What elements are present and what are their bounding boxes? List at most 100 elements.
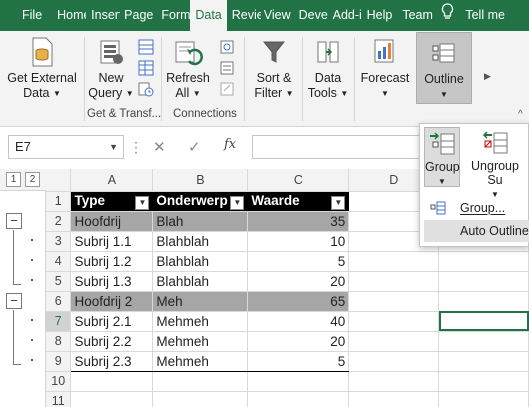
table-cell[interactable] (348, 291, 440, 312)
table-cell[interactable]: Subrij 1.1 (70, 231, 154, 252)
table-cell[interactable] (348, 311, 440, 332)
table-cell[interactable]: Subrij 2.2 (70, 331, 154, 352)
subtotal-label-clipped[interactable]: Su (487, 173, 502, 187)
table-cell[interactable] (438, 331, 529, 352)
table-cell[interactable] (152, 391, 249, 407)
outline-button[interactable]: Outline ▼ (416, 32, 472, 104)
column-header-a[interactable]: A (70, 169, 154, 192)
filter-dropdown-icon[interactable]: ▼ (135, 195, 150, 210)
table-cell[interactable]: 40 (247, 311, 350, 332)
tab-data[interactable]: Data (190, 0, 227, 31)
from-table-icon[interactable] (138, 60, 154, 76)
tab-developer[interactable]: Developer (294, 0, 328, 31)
row-header[interactable]: 10 (46, 371, 72, 392)
table-cell[interactable]: 5 (247, 251, 350, 272)
row-header[interactable]: 9 (46, 351, 72, 372)
tab-review[interactable]: Review (227, 0, 261, 31)
table-cell[interactable] (438, 351, 529, 372)
table-cell[interactable] (348, 251, 440, 272)
table-cell[interactable]: 5 (247, 351, 350, 372)
get-external-data-button[interactable]: Get External Data ▼ (4, 37, 80, 101)
table-cell[interactable] (348, 331, 440, 352)
table-cell[interactable]: 35 (247, 211, 350, 232)
row-header[interactable]: 1 (46, 191, 72, 212)
active-cell[interactable] (438, 311, 529, 332)
tab-insert[interactable]: Insert (86, 0, 120, 31)
table-cell[interactable]: Hoofdrij (70, 211, 154, 232)
insert-function-icon[interactable]: fx (224, 137, 236, 152)
row-header[interactable]: 4 (46, 251, 72, 272)
table-cell[interactable]: Subrij 2.1 (70, 311, 154, 332)
table-cell[interactable]: Meh (152, 291, 249, 312)
new-query-button[interactable]: New Query ▼ (88, 37, 134, 101)
collapse-group-2-button[interactable]: − (6, 293, 22, 309)
recent-sources-icon[interactable] (138, 81, 154, 97)
table-cell[interactable] (438, 271, 529, 292)
table-cell[interactable] (152, 371, 249, 392)
header-cell-onderwerp[interactable]: Onderwerp ▼ (152, 191, 249, 212)
forecast-button[interactable]: Forecast ▼ (358, 37, 412, 101)
column-header-b[interactable]: B (152, 169, 249, 192)
table-cell[interactable]: 20 (247, 271, 350, 292)
ribbon-scroll-right-icon[interactable]: ▶ (484, 71, 491, 82)
row-header[interactable]: 7 (46, 311, 72, 332)
table-cell[interactable] (438, 251, 529, 272)
table-cell[interactable]: Blahblah (152, 251, 249, 272)
table-cell[interactable] (348, 391, 440, 407)
row-header[interactable]: 2 (46, 211, 72, 232)
column-header-c[interactable]: C (247, 169, 350, 192)
cancel-icon[interactable]: ✕ (153, 138, 166, 156)
tab-add-ins[interactable]: Add-ins (328, 0, 362, 31)
header-cell-waarde[interactable]: Waarde ▼ (247, 191, 350, 212)
ungroup-button[interactable]: Ungroup Su ▼ (466, 127, 524, 199)
table-cell[interactable]: 10 (247, 231, 350, 252)
collapse-ribbon-icon[interactable]: ^ (518, 109, 523, 120)
enter-icon[interactable]: ✓ (188, 138, 201, 156)
tab-formulas[interactable]: Formulas (156, 0, 190, 31)
collapse-group-1-button[interactable]: − (6, 213, 22, 229)
select-all-corner[interactable] (46, 169, 72, 192)
menu-item-auto-outline[interactable]: Auto Outline (424, 220, 529, 242)
table-cell[interactable]: Mehmeh (152, 331, 249, 352)
row-header[interactable]: 6 (46, 291, 72, 312)
table-cell[interactable]: Blahblah (152, 231, 249, 252)
tab-team[interactable]: Team (397, 0, 435, 31)
lightbulb-icon[interactable] (435, 0, 460, 31)
table-cell[interactable] (348, 351, 440, 372)
tab-view[interactable]: View (261, 0, 294, 31)
table-cell[interactable] (70, 391, 154, 407)
filter-dropdown-icon[interactable]: ▼ (230, 195, 245, 210)
show-queries-icon[interactable] (138, 39, 154, 55)
row-header[interactable]: 11 (46, 391, 72, 407)
row-header[interactable]: 8 (46, 331, 72, 352)
sort-filter-button[interactable]: Sort & Filter ▼ (250, 37, 298, 101)
table-cell[interactable] (247, 391, 350, 407)
tell-me-box[interactable]: Tell me (460, 0, 510, 31)
chevron-down-icon[interactable]: ▼ (109, 136, 118, 158)
name-box[interactable]: E7 ▼ (8, 135, 124, 159)
table-cell[interactable]: Hoofdrij 2 (70, 291, 154, 312)
table-cell[interactable] (348, 271, 440, 292)
data-tools-button[interactable]: Data Tools ▼ (306, 37, 350, 101)
menu-item-group[interactable]: Group... (424, 197, 529, 219)
table-cell[interactable]: Subrij 1.3 (70, 271, 154, 292)
table-cell[interactable] (70, 371, 154, 392)
tab-home[interactable]: Home (52, 0, 86, 31)
tab-help[interactable]: Help (362, 0, 398, 31)
table-cell[interactable]: 65 (247, 291, 350, 312)
table-cell[interactable]: Blahblah (152, 271, 249, 292)
table-cell[interactable]: Subrij 1.2 (70, 251, 154, 272)
properties-icon[interactable] (219, 60, 235, 76)
row-header[interactable]: 5 (46, 271, 72, 292)
outline-level-1-button[interactable]: 1 (6, 172, 21, 187)
group-split-button[interactable]: Group ▼ (424, 127, 460, 187)
edit-links-icon[interactable] (219, 81, 235, 97)
table-cell[interactable] (438, 291, 529, 312)
table-cell[interactable] (348, 371, 440, 392)
connections-icon[interactable] (219, 39, 235, 55)
tab-page[interactable]: Page (120, 0, 156, 31)
table-cell[interactable]: Mehmeh (152, 311, 249, 332)
table-cell[interactable] (247, 371, 350, 392)
refresh-all-button[interactable]: Refresh All ▼ (166, 37, 210, 101)
table-cell[interactable] (438, 371, 529, 392)
